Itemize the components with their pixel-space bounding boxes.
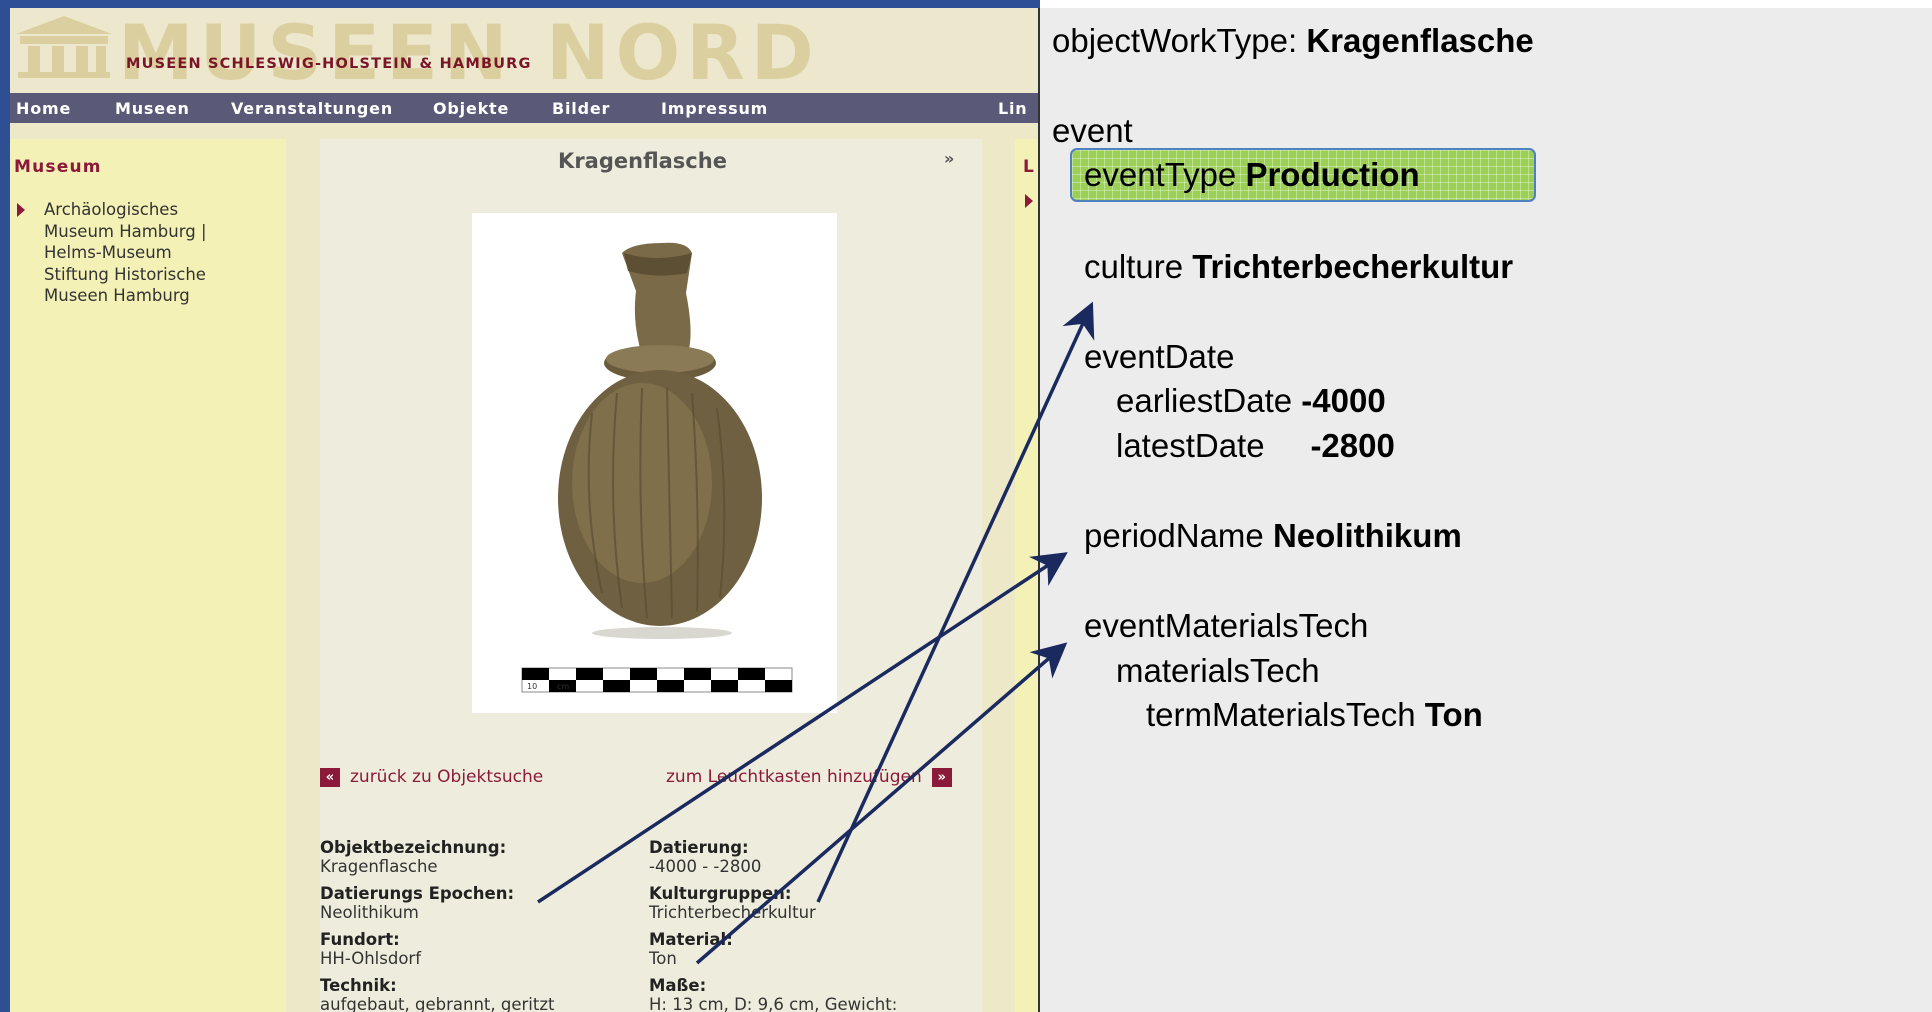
back-to-search-link[interactable]: « zurück zu Objektsuche [320,767,543,787]
metadata-mapping-panel: objectWorkType: Kragenflasche event even… [1038,8,1932,1012]
scale-label-10: 10 [527,682,537,691]
detail-value: Trichterbecherkultur [649,903,816,922]
detail-value: Kragenflasche [320,857,438,876]
materials-tech-heading: materialsTech [1116,652,1320,689]
nav-veranstaltungen[interactable]: Veranstaltungen [231,99,393,118]
add-link-label: zum Leuchtkasten hinzufügen [666,767,922,787]
detail-label: Objektbezeichnung: [320,838,507,857]
detail-value: Neolithikum [320,903,419,922]
detail-label: Technik: [320,976,397,995]
earliest-date-value: -4000 [1301,382,1386,419]
detail-value: HH-Ohlsdorf [320,949,422,968]
expand-icon[interactable]: » [944,149,954,168]
detail-value: aufgebaut, gebrannt, geritzt [320,995,555,1012]
detail-epochen: Datierungs Epochen: Neolithikum [320,884,514,922]
detail-kulturgruppen: Kulturgruppen: Trichterbecherkultur [649,884,816,922]
culture-line: culture Trichterbecherkultur [1084,248,1513,286]
nav-links[interactable]: Lin [998,99,1027,118]
detail-label: Datierung: [649,838,749,857]
detail-datierung: Datierung: -4000 - -2800 [649,838,761,876]
top-blue-rule [0,0,1040,8]
back-link-label: zurück zu Objektsuche [350,767,544,787]
forward-arrow-icon: » [931,767,952,787]
add-to-lightbox-link[interactable]: zum Leuchtkasten hinzufügen » [666,767,952,787]
scale-bar: 10 cm [521,667,793,693]
event-materials-tech-heading: eventMaterialsTech [1084,607,1369,644]
period-name-line: periodName Neolithikum [1084,517,1462,555]
museum-building-logo-icon [16,16,112,78]
culture-key: culture [1084,248,1193,285]
bullet-arrow-icon [1025,194,1033,208]
nav-objekte[interactable]: Objekte [433,99,509,118]
left-blue-edge [0,0,10,1012]
site-logo-subtitle: MUSEEN SCHLESWIG-HOLSTEIN & HAMBURG [126,56,532,72]
detail-technik: Technik: aufgebaut, gebrannt, geritzt [320,976,554,1012]
object-title: Kragenflasche [558,149,727,173]
term-materials-tech-value: Ton [1424,696,1483,733]
museum-link[interactable]: Archäologisches Museum Hamburg | Helms-M… [44,199,274,307]
detail-value: Ton [649,949,677,968]
object-work-type-line: objectWorkType: Kragenflasche [1052,22,1534,60]
links-sidebar: L [1015,139,1040,1012]
event-type-value: Production [1245,156,1420,193]
period-name-value: Neolithikum [1272,517,1462,554]
nav-impressum[interactable]: Impressum [661,99,768,118]
term-materials-tech-line: termMaterialsTech Ton [1146,696,1483,734]
museum-sidebar: Museum Archäologisches Museum Hamburg | … [10,139,286,1012]
detail-fundort: Fundort: HH-Ohlsdorf [320,930,421,968]
event-type-key: eventType [1084,156,1246,193]
scale-label-cm: cm [557,682,569,691]
object-photo: 10 cm [472,213,837,713]
earliest-date-key: earliestDate [1116,382,1302,419]
bullet-arrow-icon [17,203,25,217]
back-arrow-icon: « [320,767,340,787]
event-type-line: eventType Production [1084,156,1420,194]
detail-objektbezeichnung: Objektbezeichnung: Kragenflasche [320,838,506,876]
object-detail-panel: Kragenflasche » 10 cm « zurück zu Objekt… [320,139,982,1012]
site-banner: MUSEEN NORD MUSEEN SCHLESWIG-HOLSTEIN & … [10,8,1040,97]
site-logo-wordmark: MUSEEN NORD [118,8,820,97]
period-name-key: periodName [1084,517,1273,554]
detail-material: Material: Ton [649,930,733,968]
object-work-type-value: Kragenflasche [1306,22,1534,59]
sidebar-title: Museum [14,157,102,177]
nav-home[interactable]: Home [16,99,71,118]
detail-label: Fundort: [320,930,400,949]
culture-value: Trichterbecherkultur [1192,248,1514,285]
event-date-heading: eventDate [1084,338,1235,375]
detail-label: Kulturgruppen: [649,884,792,903]
nav-museen[interactable]: Museen [115,99,190,118]
main-navigation: Home Museen Veranstaltungen Objekte Bild… [10,93,1040,123]
detail-label: Datierungs Epochen: [320,884,515,903]
museum-website-screenshot: MUSEEN NORD MUSEEN SCHLESWIG-HOLSTEIN & … [0,0,1040,1012]
latest-date-value: -2800 [1310,427,1395,464]
detail-masse: Maße: H: 13 cm, D: 9,6 cm, Gewicht: [649,976,897,1012]
links-sidebar-title: L [1023,157,1034,177]
latest-date-key: latestDate [1116,427,1311,464]
latest-date-line: latestDate -2800 [1116,427,1395,465]
object-work-type-key: objectWorkType: [1052,22,1307,59]
detail-label: Maße: [649,976,707,995]
earliest-date-line: earliestDate -4000 [1116,382,1386,420]
event-heading: event [1052,112,1133,149]
detail-value: H: 13 cm, D: 9,6 cm, Gewicht: [649,995,898,1012]
nav-bilder[interactable]: Bilder [552,99,610,118]
term-materials-tech-key: termMaterialsTech [1146,696,1425,733]
detail-label: Material: [649,930,733,949]
detail-value: -4000 - -2800 [649,857,762,876]
